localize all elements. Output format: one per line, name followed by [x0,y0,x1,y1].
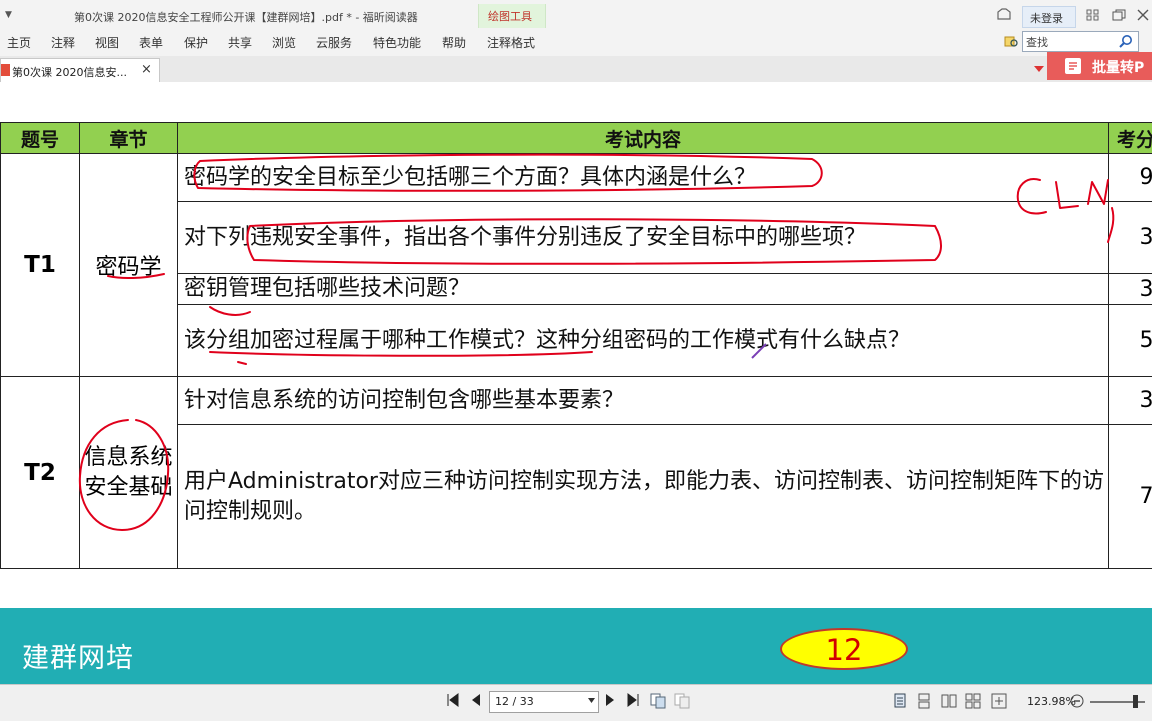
title-bar: ▼ 第0次课 2020信息安全工程师公开课【建群网培】.pdf * - 福昕阅读… [0,0,1152,32]
batch-convert-label: 批量转P [1092,57,1144,77]
login-button[interactable]: 未登录 [1022,6,1076,28]
skin-icon[interactable] [996,7,1012,21]
menu-comment-format[interactable]: 注释格式 [487,34,535,51]
slide-footer: 建群网培 12 [0,608,1152,684]
document-tab[interactable]: 第0次课 2020信息安... × [0,58,160,83]
menu-browse[interactable]: 浏览 [272,34,296,51]
facing-view-icon[interactable] [941,693,957,709]
document-page[interactable]: 题号 章节 考试内容 考分 T1 密码学 密码学的安全目标至少包括哪三个方面？具… [0,82,1152,684]
page-dropdown-icon[interactable] [588,698,595,703]
convert-document-icon [1064,57,1082,75]
drawing-tools-label: 绘图工具 [488,8,532,24]
document-tab-bar: 第0次课 2020信息安... × [0,56,1152,83]
page-number-value: 12 / 33 [495,695,534,708]
page-number-input[interactable]: 12 / 33 [489,691,599,713]
next-view-icon[interactable] [674,693,690,709]
search-input[interactable]: 查找 [1022,31,1139,52]
fit-page-icon[interactable] [991,693,1007,709]
close-window-icon[interactable] [1136,9,1150,21]
menu-protect[interactable]: 保护 [184,34,208,51]
status-bar: 12 / 33 123.98% [0,684,1152,721]
document-tab-label: 第0次课 2020信息安... [12,64,127,80]
menu-help[interactable]: 帮助 [442,34,466,51]
batch-convert-button[interactable]: 批量转P [1047,52,1152,80]
continuous-facing-view-icon[interactable] [965,693,981,709]
drawing-tools-context-tab[interactable]: 绘图工具 [478,4,546,28]
pdf-file-icon [1,64,10,76]
footer-brand: 建群网培 [22,636,134,675]
next-page-icon[interactable] [604,693,616,707]
quick-access-dropdown-icon[interactable]: ▼ [5,10,12,20]
previous-view-icon[interactable] [650,693,666,709]
menu-features[interactable]: 特色功能 [373,34,421,51]
menu-share[interactable]: 共享 [228,34,252,51]
single-page-view-icon[interactable] [893,693,907,709]
slide-number-badge: 12 [780,628,908,670]
close-tab-icon[interactable]: × [141,62,152,77]
previous-page-icon[interactable] [470,693,482,707]
menu-home[interactable]: 主页 [7,34,31,51]
handwritten-annotations [0,82,1152,684]
pen-cursor-icon [752,344,766,358]
search-input-value: 查找 [1026,34,1048,50]
restore-window-icon[interactable] [1112,9,1126,21]
continuous-view-icon[interactable] [917,693,931,709]
window-title: 第0次课 2020信息安全工程师公开课【建群网培】.pdf * - 福昕阅读器 [74,9,418,25]
login-label: 未登录 [1030,10,1063,26]
tab-list-dropdown-icon[interactable] [1034,66,1044,74]
menu-comment[interactable]: 注释 [51,34,75,51]
search-icon[interactable] [1119,34,1133,48]
find-panel-icon[interactable] [1004,34,1018,48]
first-page-icon[interactable] [446,693,460,707]
ribbon-options-icon[interactable] [1086,9,1100,21]
slide-number: 12 [782,633,906,667]
menu-form[interactable]: 表单 [139,34,163,51]
zoom-level[interactable]: 123.98% [1027,695,1076,708]
menu-view[interactable]: 视图 [95,34,119,51]
zoom-out-icon[interactable] [1070,694,1084,708]
last-page-icon[interactable] [626,693,640,707]
zoom-slider-handle[interactable] [1133,695,1138,708]
menu-cloud[interactable]: 云服务 [316,34,352,51]
menu-bar: 主页 注释 视图 表单 保护 共享 浏览 云服务 特色功能 帮助 注释格式 [0,32,1152,56]
